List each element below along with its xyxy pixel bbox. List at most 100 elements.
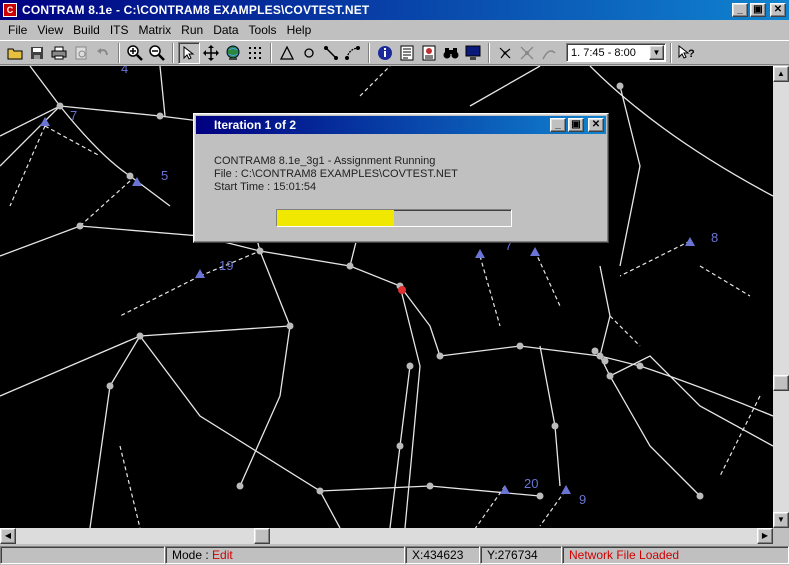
- network-link-dashed: [619, 240, 691, 277]
- menu-matrix[interactable]: Matrix: [134, 23, 177, 37]
- report-icon[interactable]: [418, 42, 440, 64]
- network-link-dashed: [699, 265, 751, 297]
- status-pane-blank: [0, 546, 165, 564]
- zone-label: 8: [711, 230, 719, 245]
- zoom-out-icon[interactable]: [146, 42, 168, 64]
- toolbar-separator: [368, 42, 370, 63]
- network-node: [551, 422, 559, 430]
- network-link: [0, 325, 291, 397]
- status-pane-y: Y:276734: [480, 546, 562, 564]
- print-icon[interactable]: [48, 42, 70, 64]
- status-message-text: Network File Loaded: [569, 548, 680, 562]
- network-node: [591, 347, 599, 355]
- svg-text:?: ?: [688, 48, 695, 60]
- menu-tools[interactable]: Tools: [244, 23, 282, 37]
- network-link: [599, 355, 773, 447]
- menu-build[interactable]: Build: [68, 23, 105, 37]
- dialog-minimize-button[interactable]: _: [550, 118, 566, 132]
- x-coordinate: X:434623: [412, 548, 464, 562]
- zone-centroid: [530, 247, 540, 256]
- node-link-icon[interactable]: [342, 42, 364, 64]
- save-icon[interactable]: [26, 42, 48, 64]
- menu-view[interactable]: View: [32, 23, 68, 37]
- time-period-select[interactable]: 1. 7:45 - 8:00 ▼: [566, 43, 666, 62]
- open-folder-icon[interactable]: [4, 42, 26, 64]
- horizontal-scroll-thumb[interactable]: [254, 528, 270, 544]
- close-button[interactable]: ✕: [770, 3, 786, 17]
- network-node: [406, 362, 414, 370]
- circle-icon[interactable]: [298, 42, 320, 64]
- network-link: [539, 345, 561, 487]
- network-node: [436, 352, 444, 360]
- select-arrow-icon[interactable]: [178, 41, 200, 64]
- scroll-right-button[interactable]: ▶: [757, 528, 773, 544]
- scroll-left-button[interactable]: ◀: [0, 528, 16, 544]
- menu-help[interactable]: Help: [282, 23, 317, 37]
- dialog-title-bar[interactable]: Iteration 1 of 2 _ ▣ ✕: [196, 116, 606, 134]
- network-node: [426, 482, 434, 490]
- monitor-icon[interactable]: [462, 42, 484, 64]
- menu-its[interactable]: ITS: [105, 23, 134, 37]
- network-node: [126, 172, 134, 180]
- progress-bar-fill: [277, 210, 394, 226]
- zone-centroid: [475, 249, 485, 258]
- network-link: [399, 285, 421, 528]
- scroll-corner: [773, 528, 789, 544]
- vertical-scrollbar[interactable]: ▲ ▼: [773, 66, 789, 528]
- network-link: [469, 66, 541, 107]
- help-pointer-icon[interactable]: ?: [676, 42, 698, 64]
- app-icon[interactable]: C: [3, 3, 17, 17]
- network-node: [396, 442, 404, 450]
- network-node: [256, 247, 264, 255]
- maximize-button[interactable]: ▣: [750, 3, 766, 17]
- menu-file[interactable]: File: [3, 23, 32, 37]
- toolbar-separator: [270, 42, 272, 63]
- toolbar: 1. 7:45 - 8:00 ▼ ?: [0, 40, 789, 65]
- horizontal-scrollbar[interactable]: ◀ ▶: [0, 528, 773, 544]
- info-icon[interactable]: [374, 42, 396, 64]
- menu-data[interactable]: Data: [208, 23, 243, 37]
- dialog-start-time: Start Time : 15:01:54: [214, 181, 317, 193]
- undo-icon[interactable]: [92, 42, 114, 64]
- network-link: [239, 250, 291, 487]
- print-preview-icon[interactable]: [70, 42, 92, 64]
- dropdown-arrow-icon[interactable]: ▼: [649, 45, 664, 60]
- route-icon[interactable]: [538, 42, 560, 64]
- scroll-up-button[interactable]: ▲: [773, 66, 789, 82]
- dialog-title: Iteration 1 of 2: [214, 118, 297, 132]
- dialog-maximize-button[interactable]: ▣: [568, 118, 584, 132]
- pan-icon[interactable]: [200, 42, 222, 64]
- y-coordinate: Y:276734: [487, 548, 538, 562]
- globe-icon[interactable]: [222, 42, 244, 64]
- network-link: [89, 335, 141, 528]
- dialog-close-button[interactable]: ✕: [588, 118, 604, 132]
- toolbar-separator: [172, 42, 174, 63]
- network-node: [596, 352, 604, 360]
- network-link-dashed: [534, 250, 561, 307]
- network-link-dashed: [609, 315, 641, 347]
- network-link: [0, 105, 201, 137]
- zoom-in-icon[interactable]: [124, 42, 146, 64]
- minimize-button[interactable]: _: [732, 3, 748, 17]
- scroll-down-button[interactable]: ▼: [773, 512, 789, 528]
- network-link: [0, 105, 61, 167]
- dialog-body: CONTRAM8 8.1e_3g1 - Assignment Running F…: [214, 155, 458, 194]
- binoculars-icon[interactable]: [440, 42, 462, 64]
- link-icon[interactable]: [320, 42, 342, 64]
- highlighted-node: [398, 286, 406, 294]
- network-icon[interactable]: [494, 42, 516, 64]
- triangle-icon[interactable]: [276, 42, 298, 64]
- network-node: [601, 357, 609, 365]
- menu-run[interactable]: Run: [176, 23, 208, 37]
- status-pane-x: X:434623: [405, 546, 480, 564]
- network-link-dashed: [479, 255, 501, 327]
- window-title: CONTRAM 8.1e - C:\CONTRAM8 EXAMPLES\COVT…: [22, 3, 370, 17]
- document-icon[interactable]: [396, 42, 418, 64]
- dialog-file-line: File : C:\CONTRAM8 EXAMPLES\COVTEST.NET: [214, 168, 458, 180]
- junction-icon[interactable]: [516, 42, 538, 64]
- grid-icon[interactable]: [244, 42, 266, 64]
- zone-centroid: [561, 485, 571, 494]
- vertical-scroll-thumb[interactable]: [773, 375, 789, 391]
- network-link: [159, 66, 166, 117]
- network-link-dashed: [359, 66, 391, 97]
